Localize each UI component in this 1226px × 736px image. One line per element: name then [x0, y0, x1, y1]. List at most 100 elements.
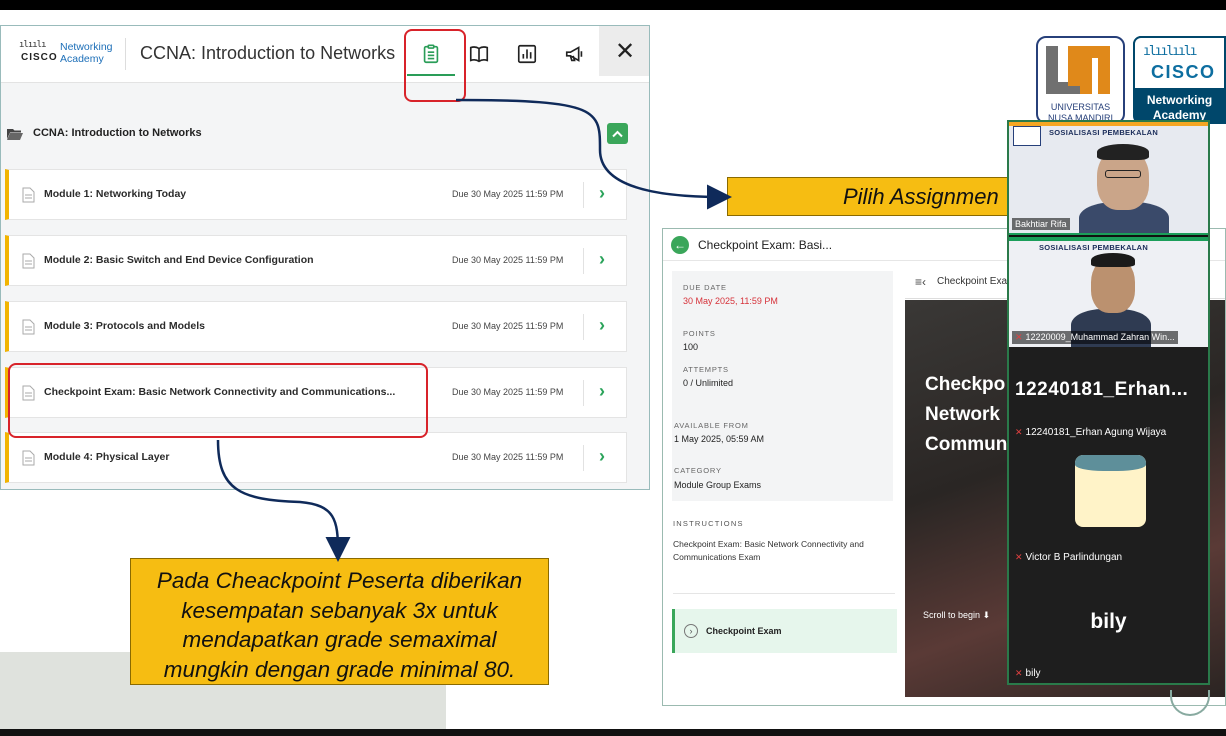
- mic-off-icon: ✕: [1015, 332, 1023, 342]
- participant-tile-5[interactable]: bily ✕ bily: [1009, 572, 1208, 683]
- course-section-label: CCNA: Introduction to Networks: [33, 127, 202, 139]
- checkpoint-highlight: [8, 363, 428, 438]
- unm-line1: UNIVERSITAS: [1050, 102, 1111, 112]
- cisco-networking-academy-logo[interactable]: ılıılı CISCO Networking Academy: [17, 40, 117, 66]
- hero-line: Checkpo: [925, 374, 1006, 395]
- cisco-wordmark: CISCO: [1151, 62, 1216, 82]
- category-value: Module Group Exams: [674, 480, 762, 490]
- participant-name: ✕ 12240181_Erhan Agung Wijaya: [1015, 427, 1167, 438]
- module-title: Module 3: Protocols and Models: [44, 320, 206, 332]
- assignment-callout-text: Pilih Assignmen: [843, 184, 999, 209]
- top-black-bar: [0, 0, 1226, 10]
- close-icon: ✕: [614, 37, 636, 65]
- callout-line: mendapatkan grade semaximal: [182, 627, 497, 652]
- category-label: CATEGORY: [674, 466, 722, 475]
- chevron-up-icon: [612, 130, 623, 137]
- module-item-4[interactable]: Module 4: Physical Layer Due 30 May 2025…: [5, 432, 627, 483]
- cisco-bars-icon: ılıılıılı: [1143, 44, 1197, 59]
- arrow-left-icon: ←: [674, 238, 686, 252]
- grades-chart-icon[interactable]: [509, 38, 545, 70]
- book-icon[interactable]: [461, 38, 497, 70]
- module-due-date: Due 30 May 2025 11:59 PM: [452, 255, 564, 265]
- logo-academy: Academy: [60, 53, 104, 65]
- instructions-text: Checkpoint Exam: Basic Network Connectiv…: [673, 539, 864, 562]
- due-date-value: 30 May 2025, 11:59 PM: [683, 296, 778, 306]
- glasses-icon: [1105, 170, 1141, 178]
- document-icon: [22, 253, 35, 269]
- unm-emblem-icon: [1046, 46, 1110, 94]
- module-due-date: Due 30 May 2025 11:59 PM: [452, 387, 564, 397]
- menu-collapse-icon[interactable]: ≡‹: [915, 275, 926, 289]
- module-due-date: Due 30 May 2025 11:59 PM: [452, 452, 564, 462]
- avatar: [1075, 455, 1146, 527]
- chevron-right-icon[interactable]: ›: [599, 183, 605, 204]
- header-divider: [125, 38, 126, 70]
- slide-decoration: [1170, 690, 1210, 716]
- tile-banner: SOSIALISASI PEMBEKALAN: [1049, 128, 1159, 137]
- bottom-black-bar: [0, 729, 1226, 736]
- module-item-2[interactable]: Module 2: Basic Switch and End Device Co…: [5, 235, 627, 286]
- checkpoint-exam-link[interactable]: › Checkpoint Exam: [672, 609, 897, 653]
- module-due-date: Due 30 May 2025 11:59 PM: [452, 189, 564, 199]
- points-value: 100: [683, 342, 699, 352]
- chevron-right-icon[interactable]: ›: [599, 446, 605, 467]
- unm-mini-logo: [1013, 126, 1041, 146]
- assignments-highlight: [404, 29, 466, 102]
- mic-off-icon: ✕: [1015, 552, 1023, 562]
- close-button[interactable]: ✕: [599, 26, 649, 76]
- module-title: Module 2: Basic Switch and End Device Co…: [44, 254, 314, 266]
- logo-networking: Networking: [60, 41, 113, 53]
- video-participant-strip: SOSIALISASI PEMBEKALAN Bakhtiar Rifa SOS…: [1007, 120, 1210, 685]
- available-label: AVAILABLE FROM: [674, 421, 749, 430]
- points-label: POINTS: [683, 329, 716, 338]
- megaphone-icon[interactable]: [557, 38, 593, 70]
- cisco-academy-logo: ılıılıılı CISCO Networking Academy: [1133, 36, 1226, 124]
- callout-line: mungkin dengan grade minimal 80.: [163, 656, 516, 682]
- scroll-to-begin[interactable]: Scroll to begin ⬇: [923, 610, 990, 621]
- participant-name: ✕ Victor B Parlindungan: [1015, 552, 1123, 563]
- assignment-title: Checkpoint Exam: Basi...: [698, 238, 833, 252]
- mic-off-icon: ✕: [1015, 427, 1023, 437]
- document-icon: [22, 319, 35, 335]
- viewer-title: Checkpoint Exa: [937, 276, 1008, 287]
- hero-line: Network: [925, 404, 1000, 425]
- checkpoint-exam-label: Checkpoint Exam: [706, 626, 782, 636]
- participant-name: ✕ bily: [1015, 668, 1041, 679]
- instructions-label: INSTRUCTIONS: [673, 519, 744, 528]
- folder-open-icon: [7, 129, 23, 140]
- callout-line: Pada Cheackpoint Peserta diberikan: [156, 568, 523, 593]
- document-icon: [22, 187, 35, 203]
- chevron-right-icon[interactable]: ›: [599, 381, 605, 402]
- participant-display-name: 12240181_Erhan...: [1015, 379, 1189, 400]
- participant-name: Bakhtiar Rifa: [1012, 218, 1070, 230]
- course-section-row[interactable]: CCNA: Introduction to Networks: [5, 119, 631, 153]
- participant-tile-4[interactable]: ✕ Victor B Parlindungan: [1009, 447, 1208, 572]
- module-due-date: Due 30 May 2025 11:59 PM: [452, 321, 564, 331]
- document-icon: [22, 450, 35, 466]
- due-date-label: DUE DATE: [683, 283, 727, 292]
- cisco-logo-networking: Networking: [1146, 93, 1213, 107]
- participant-display-name: bily: [1090, 610, 1127, 633]
- participant-name: ✕ 12220009_Muhammad Zahran Win...: [1012, 331, 1178, 344]
- available-value: 1 May 2025, 05:59 AM: [674, 434, 765, 444]
- module-item-3[interactable]: Module 3: Protocols and Models Due 30 Ma…: [5, 301, 627, 352]
- cisco-bars-icon: ılıılı: [19, 40, 46, 50]
- module-item-1[interactable]: Module 1: Networking Today Due 30 May 20…: [5, 169, 627, 220]
- participant-tile-1[interactable]: SOSIALISASI PEMBEKALAN Bakhtiar Rifa: [1009, 122, 1208, 235]
- mic-off-icon: ✕: [1015, 668, 1023, 678]
- attempts-value: 0 / Unlimited: [683, 378, 734, 388]
- module-title: Module 4: Physical Layer: [44, 451, 170, 463]
- assignment-callout: Pilih Assignmen: [727, 177, 1012, 216]
- participant-tile-3[interactable]: 12240181_Erhan... ✕ 12240181_Erhan Agung …: [1009, 347, 1208, 447]
- course-header: ılıılı CISCO Networking Academy CCNA: In…: [1, 26, 649, 83]
- arrow-down-circle-icon: ⬇: [982, 610, 991, 620]
- course-title: CCNA: Introduction to Networks: [140, 43, 396, 63]
- chevron-right-icon[interactable]: ›: [599, 315, 605, 336]
- hero-line: Commun: [925, 434, 1008, 455]
- chevron-right-icon[interactable]: ›: [599, 249, 605, 270]
- participant-tile-2[interactable]: SOSIALISASI PEMBEKALAN ✕ 12220009_Muhamma…: [1009, 237, 1208, 347]
- cisco-wordmark: CISCO: [21, 52, 58, 63]
- back-button[interactable]: ←: [671, 236, 689, 254]
- collapse-button[interactable]: [607, 123, 628, 144]
- tile-banner: SOSIALISASI PEMBEKALAN: [1039, 243, 1149, 252]
